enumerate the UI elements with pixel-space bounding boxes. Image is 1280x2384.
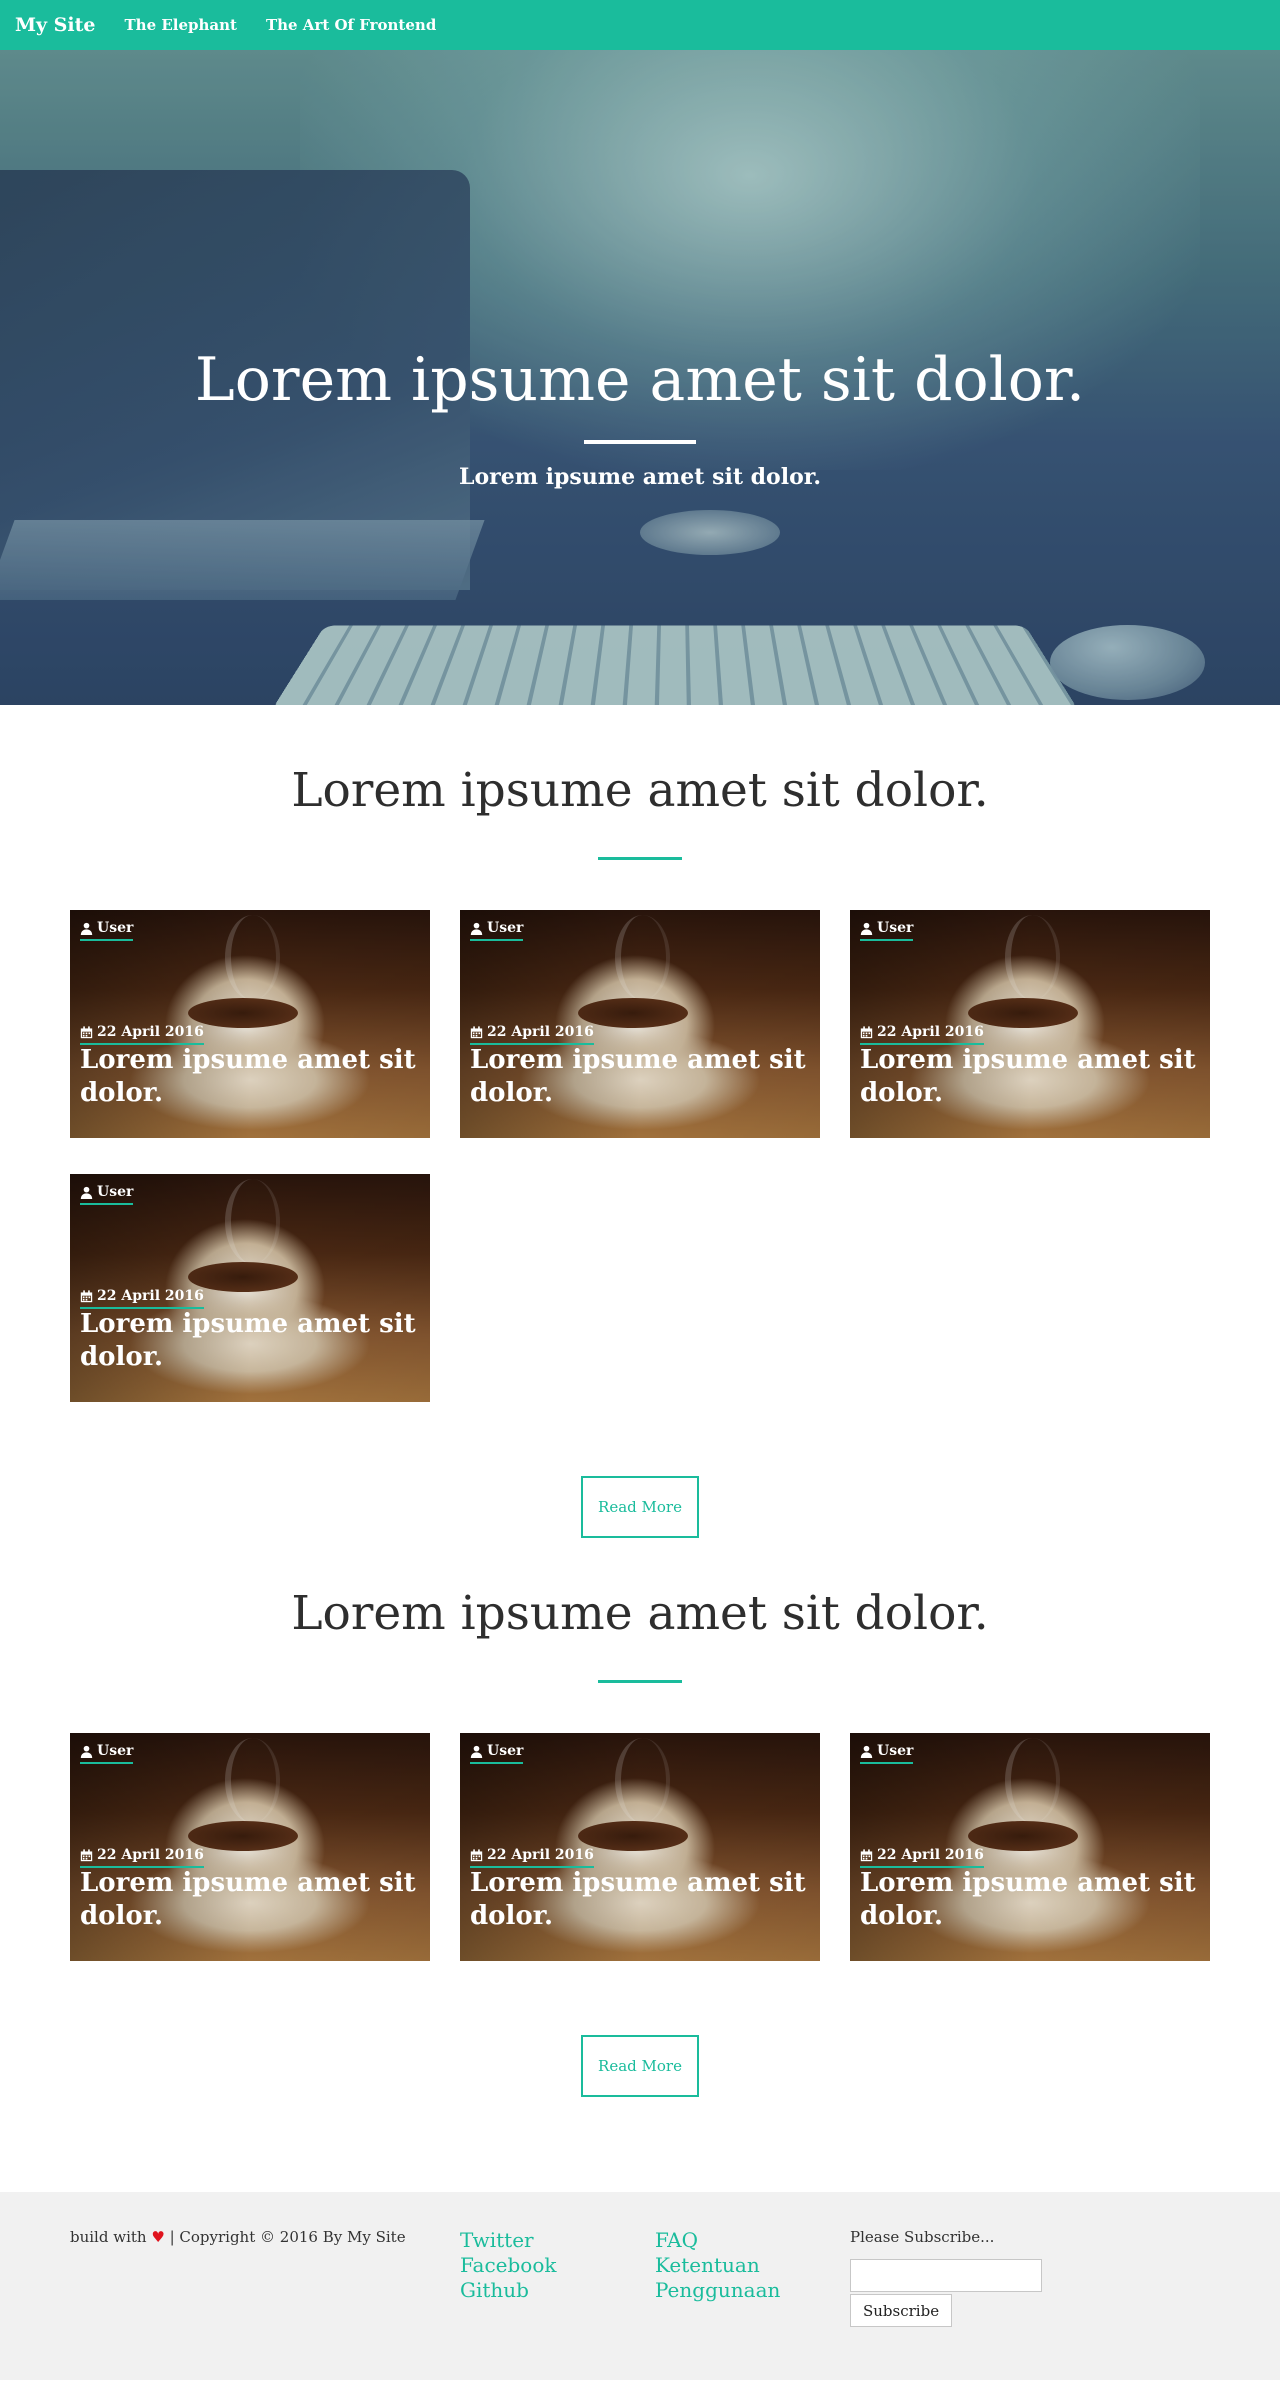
card-author[interactable]: User: [80, 920, 134, 941]
facebook-link[interactable]: Facebook: [460, 2253, 556, 2278]
card-author[interactable]: User: [80, 1743, 134, 1764]
user-icon: [470, 922, 483, 935]
footer: build with ♥ | Copyright © 2016 By My Si…: [0, 2192, 1280, 2380]
card-date: 22 April 2016: [80, 1288, 204, 1309]
card-date-text: 22 April 2016: [487, 1847, 594, 1863]
card-date-text: 22 April 2016: [97, 1847, 204, 1863]
card-date-text: 22 April 2016: [97, 1024, 204, 1040]
post-card[interactable]: User 22 April 2016 Lorem ipsume amet sit…: [850, 1733, 1210, 1961]
calendar-icon: [80, 1289, 93, 1302]
card-date: 22 April 2016: [80, 1024, 204, 1045]
section-divider: [598, 1680, 682, 1683]
card-title[interactable]: Lorem ipsume amet sit dolor.: [860, 1867, 1200, 1933]
nav-link-the-art-of-frontend[interactable]: The Art Of Frontend: [266, 16, 436, 34]
subscribe-email-input[interactable]: [850, 2259, 1042, 2292]
card-date-text: 22 April 2016: [487, 1024, 594, 1040]
card-author-name: User: [97, 1743, 134, 1759]
user-icon: [80, 922, 93, 935]
hero-divider: [584, 440, 696, 444]
info-links: FAQ Ketentuan Penggunaan: [655, 2228, 780, 2303]
subscribe-button[interactable]: Subscribe: [850, 2294, 953, 2327]
user-icon: [80, 1745, 93, 1758]
card-title[interactable]: Lorem ipsume amet sit dolor.: [860, 1044, 1200, 1110]
footer-copyright: build with ♥ | Copyright © 2016 By My Si…: [70, 2228, 406, 2246]
card-author-name: User: [877, 1743, 914, 1759]
user-icon: [860, 1745, 873, 1758]
penggunaan-link[interactable]: Penggunaan: [655, 2278, 780, 2303]
card-date-text: 22 April 2016: [877, 1024, 984, 1040]
card-author[interactable]: User: [80, 1184, 134, 1205]
faq-link[interactable]: FAQ: [655, 2228, 780, 2253]
calendar-icon: [470, 1025, 483, 1038]
section-title: Lorem ipsume amet sit dolor.: [291, 1586, 989, 1641]
read-more-wrap: Read More: [0, 1402, 1280, 1538]
card-date-text: 22 April 2016: [97, 1288, 204, 1304]
card-date: 22 April 2016: [470, 1847, 594, 1868]
github-link[interactable]: Github: [460, 2278, 556, 2303]
build-with-text: build with: [70, 2228, 147, 2246]
card-date: 22 April 2016: [860, 1847, 984, 1868]
card-author-name: User: [97, 1184, 134, 1200]
card-date-text: 22 April 2016: [877, 1847, 984, 1863]
ketentuan-link[interactable]: Ketentuan: [655, 2253, 780, 2278]
hero-banner: Lorem ipsume amet sit dolor. Lorem ipsum…: [0, 50, 1280, 705]
subscribe-label: Please Subscribe...: [850, 2228, 995, 2246]
card-title[interactable]: Lorem ipsume amet sit dolor.: [470, 1044, 810, 1110]
card-title[interactable]: Lorem ipsume amet sit dolor.: [80, 1044, 420, 1110]
brand-link[interactable]: My Site: [15, 14, 96, 36]
post-card[interactable]: User 22 April 2016 Lorem ipsume amet sit…: [70, 1733, 430, 1961]
post-card[interactable]: User 22 April 2016 Lorem ipsume amet sit…: [70, 1174, 430, 1402]
card-date: 22 April 2016: [860, 1024, 984, 1045]
post-card[interactable]: User 22 April 2016 Lorem ipsume amet sit…: [460, 1733, 820, 1961]
posts-section-1: Lorem ipsume amet sit dolor. User 22 Apr…: [0, 705, 1280, 1538]
card-author-name: User: [487, 920, 524, 936]
user-icon: [80, 1186, 93, 1199]
post-card[interactable]: User 22 April 2016 Lorem ipsume amet sit…: [70, 910, 430, 1138]
card-title[interactable]: Lorem ipsume amet sit dolor.: [80, 1308, 420, 1374]
heart-icon: ♥: [151, 2228, 165, 2246]
read-more-wrap: Read More: [0, 1961, 1280, 2097]
card-title[interactable]: Lorem ipsume amet sit dolor.: [80, 1867, 420, 1933]
calendar-icon: [470, 1848, 483, 1861]
card-title[interactable]: Lorem ipsume amet sit dolor.: [470, 1867, 810, 1933]
post-card[interactable]: User 22 April 2016 Lorem ipsume amet sit…: [850, 910, 1210, 1138]
posts-section-2: Lorem ipsume amet sit dolor. User 22 Apr…: [0, 1538, 1280, 2097]
nav-link-the-elephant[interactable]: The Elephant: [125, 16, 237, 34]
card-date: 22 April 2016: [80, 1847, 204, 1868]
twitter-link[interactable]: Twitter: [460, 2228, 556, 2253]
post-card[interactable]: User 22 April 2016 Lorem ipsume amet sit…: [460, 910, 820, 1138]
hero-subtitle: Lorem ipsume amet sit dolor.: [459, 464, 821, 490]
card-author[interactable]: User: [470, 1743, 524, 1764]
card-author[interactable]: User: [860, 1743, 914, 1764]
read-more-button[interactable]: Read More: [581, 1476, 699, 1538]
card-author-name: User: [877, 920, 914, 936]
user-icon: [860, 922, 873, 935]
card-author[interactable]: User: [470, 920, 524, 941]
section-divider: [598, 857, 682, 860]
calendar-icon: [860, 1848, 873, 1861]
card-date: 22 April 2016: [470, 1024, 594, 1045]
calendar-icon: [80, 1025, 93, 1038]
hero-content: Lorem ipsume amet sit dolor. Lorem ipsum…: [0, 340, 1280, 490]
copyright-text: | Copyright © 2016 By My Site: [169, 2228, 406, 2246]
calendar-icon: [80, 1848, 93, 1861]
calendar-icon: [860, 1025, 873, 1038]
card-author[interactable]: User: [860, 920, 914, 941]
card-author-name: User: [487, 1743, 524, 1759]
navbar: My Site The Elephant The Art Of Frontend: [0, 0, 1280, 50]
social-links: Twitter Facebook Github: [460, 2228, 556, 2303]
post-grid: User 22 April 2016 Lorem ipsume amet sit…: [70, 910, 1210, 1402]
card-author-name: User: [97, 920, 134, 936]
read-more-button[interactable]: Read More: [581, 2035, 699, 2097]
section-title: Lorem ipsume amet sit dolor.: [291, 763, 989, 818]
post-grid: User 22 April 2016 Lorem ipsume amet sit…: [70, 1733, 1210, 1961]
user-icon: [470, 1745, 483, 1758]
subscribe-form: Please Subscribe... Subscribe: [850, 2228, 1042, 2327]
hero-title: Lorem ipsume amet sit dolor.: [194, 345, 1086, 415]
